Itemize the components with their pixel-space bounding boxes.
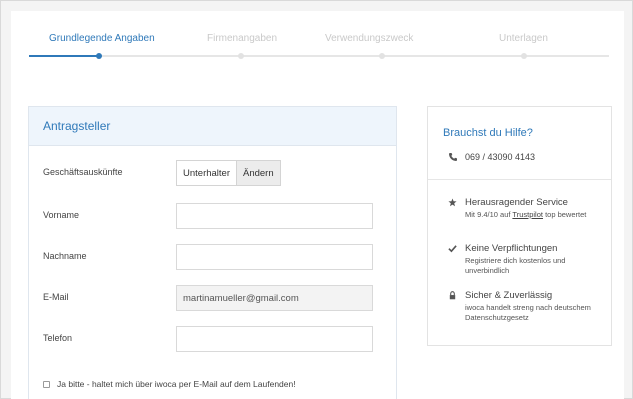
- phone-icon: [449, 153, 457, 161]
- help-panel: Brauchst du Hilfe? 069 / 43090 4143 Hera…: [427, 106, 612, 346]
- check-icon: [448, 245, 457, 253]
- trustpilot-link[interactable]: Trustpilot: [512, 210, 543, 219]
- phone-number-link[interactable]: 069 / 43090 4143: [465, 152, 535, 162]
- stepper-progress: [29, 55, 99, 57]
- feature-service-desc: Mit 9.4/10 auf Trustpilot top bewertet: [465, 210, 605, 220]
- phone-label: Telefon: [43, 333, 73, 343]
- page-frame: Grundlegende Angaben Firmenangaben Verwe…: [0, 0, 633, 399]
- help-title: Brauchst du Hilfe?: [443, 127, 533, 139]
- feature-no-obligation-title: Keine Verpflichtungen: [465, 243, 558, 254]
- feature-secure-title: Sicher & Zuverlässig: [465, 290, 553, 301]
- page-content: Grundlegende Angaben Firmenangaben Verwe…: [11, 11, 624, 399]
- step-dot-basic-info: [96, 53, 102, 59]
- newsletter-label[interactable]: Ja bitte - haltet mich über iwoca per E-…: [57, 379, 296, 389]
- feature-service-desc-prefix: Mit 9.4/10 auf: [465, 210, 513, 219]
- step-dot-documents: [521, 53, 527, 59]
- feature-no-obligation-desc: Registriere dich kostenlos und unverbind…: [465, 256, 566, 275]
- step-basic-info[interactable]: Grundlegende Angaben: [49, 33, 155, 44]
- phone-input[interactable]: [176, 326, 373, 352]
- form-title: Antragsteller: [29, 107, 396, 146]
- business-info-toggle: Unterhalter Ändern: [176, 160, 281, 186]
- step-company-info[interactable]: Firmenangaben: [207, 33, 277, 44]
- email-label: E-Mail: [43, 292, 69, 302]
- newsletter-checkbox[interactable]: [43, 381, 50, 388]
- feature-service-title: Herausragender Service: [465, 197, 568, 208]
- business-info-label: Geschäftsauskünfte: [43, 167, 123, 177]
- last-name-label: Nachname: [43, 251, 87, 261]
- step-documents[interactable]: Unterlagen: [499, 33, 548, 44]
- last-name-input[interactable]: [176, 244, 373, 270]
- step-dot-purpose: [379, 53, 385, 59]
- lock-icon: [449, 291, 456, 300]
- email-input[interactable]: martinamueller@gmail.com: [176, 285, 373, 311]
- feature-service-desc-suffix: top bewertet: [542, 210, 587, 219]
- step-purpose[interactable]: Verwendungszweck: [325, 33, 413, 44]
- applicant-form: Antragsteller Geschäftsauskünfte Unterha…: [28, 106, 397, 399]
- first-name-label: Vorname: [43, 210, 80, 220]
- step-dot-company-info: [238, 53, 244, 59]
- help-divider: [428, 179, 611, 180]
- feature-secure-desc: iwoca handelt streng nach deutschem Date…: [465, 303, 591, 322]
- progress-stepper: Grundlegende Angaben Firmenangaben Verwe…: [29, 33, 609, 63]
- star-icon: [448, 198, 457, 207]
- option-unterhalter-button[interactable]: Unterhalter: [176, 160, 237, 186]
- first-name-input[interactable]: [176, 203, 373, 229]
- option-aendern-button[interactable]: Ändern: [237, 160, 281, 186]
